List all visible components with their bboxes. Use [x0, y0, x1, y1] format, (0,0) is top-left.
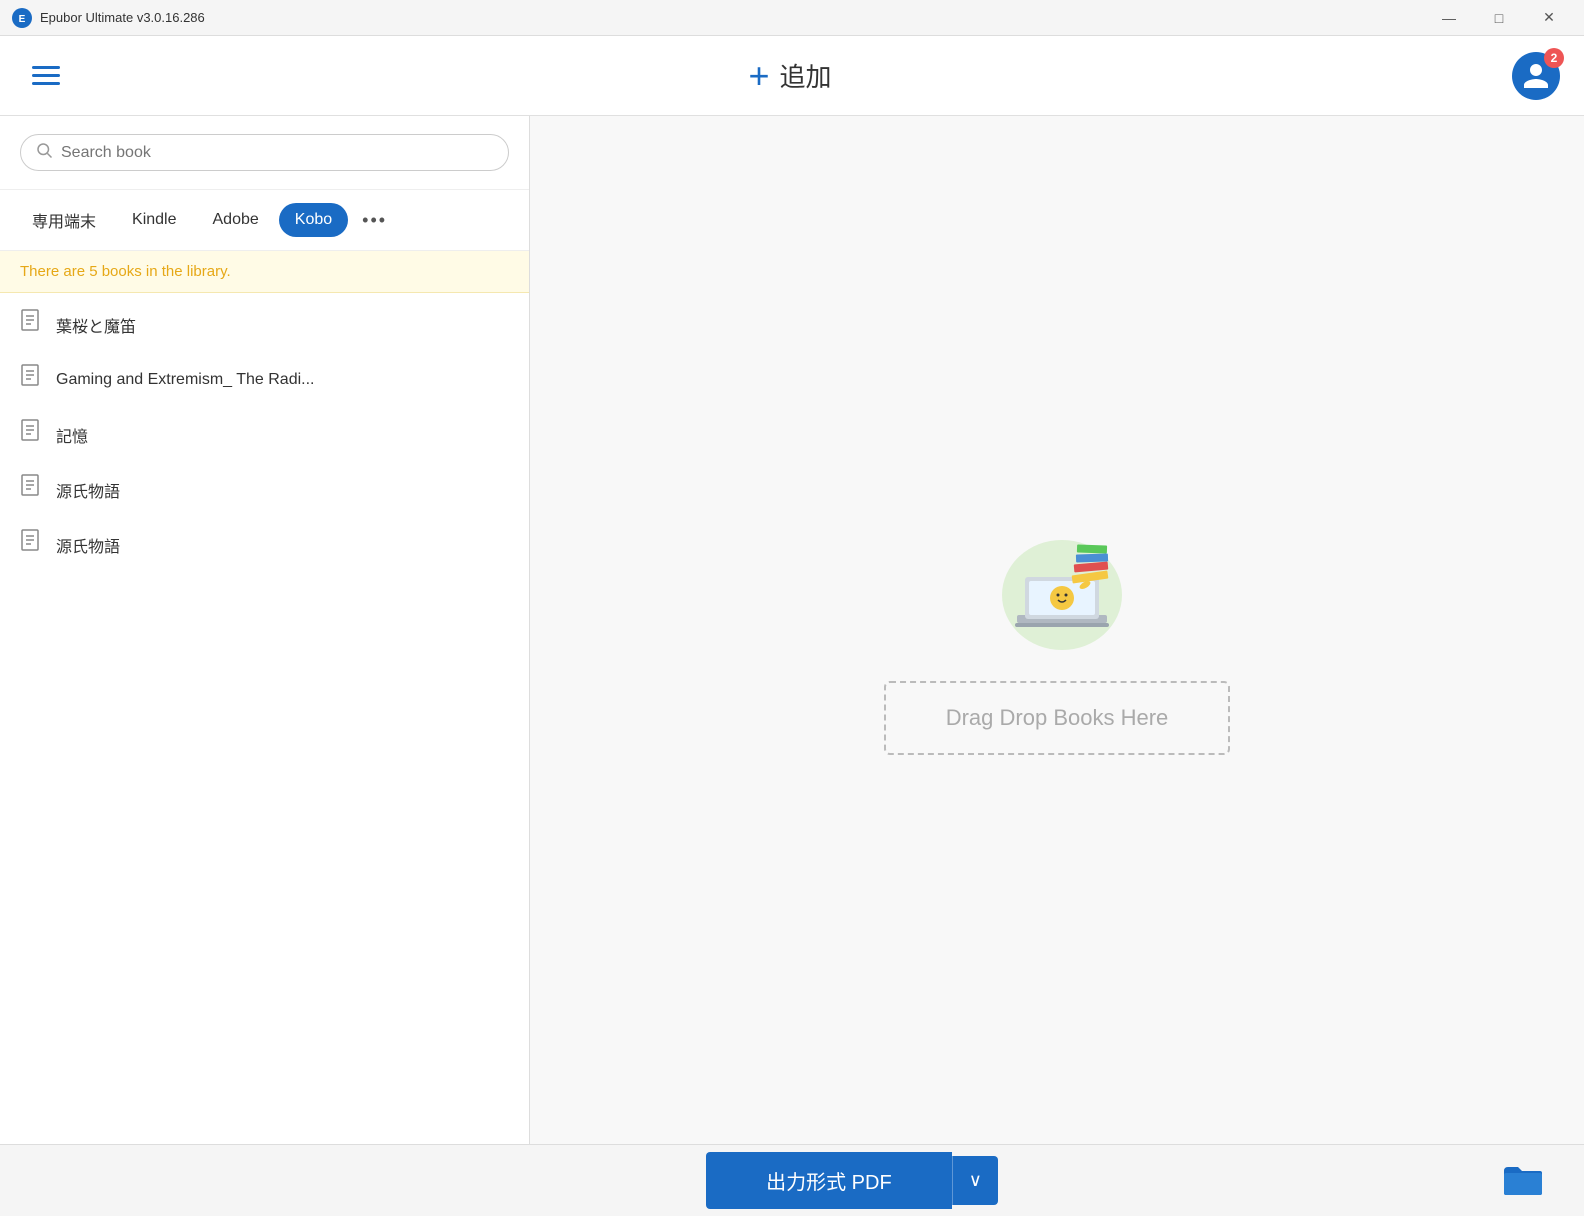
maximize-button[interactable]: □	[1476, 4, 1522, 32]
list-item[interactable]: 記憶	[0, 407, 529, 462]
tab-adobe[interactable]: Adobe	[197, 203, 275, 237]
toolbar: + 追加 2	[0, 36, 1584, 116]
search-box	[20, 134, 509, 171]
title-bar-controls: — □ ✕	[1426, 4, 1572, 32]
book-list: 葉桜と魔笛 Gaming and Extremism_ The Radi...	[0, 293, 529, 1144]
open-folder-button[interactable]	[1502, 1163, 1544, 1199]
hamburger-menu-button[interactable]	[24, 58, 68, 93]
library-notice: There are 5 books in the library.	[0, 251, 529, 293]
hamburger-line-1	[32, 66, 60, 69]
tab-dedicated[interactable]: 専用端末	[16, 200, 112, 240]
book-file-icon	[20, 364, 42, 395]
book-title: 葉桜と魔笛	[56, 313, 136, 337]
close-button[interactable]: ✕	[1526, 4, 1572, 32]
laptop-books-illustration	[957, 505, 1157, 665]
more-tabs-button[interactable]: •••	[352, 204, 397, 237]
drop-illustration: Drag Drop Books Here	[884, 505, 1231, 755]
folder-icon	[1502, 1163, 1544, 1199]
search-input[interactable]	[61, 144, 494, 162]
title-bar-left: E Epubor Ultimate v3.0.16.286	[12, 8, 205, 28]
output-dropdown-button[interactable]: ∨	[952, 1156, 998, 1205]
book-file-icon	[20, 529, 42, 560]
output-format-button[interactable]: 出力形式 PDF	[706, 1152, 952, 1209]
toolbar-center: + 追加	[748, 55, 831, 97]
app-icon: E	[12, 8, 32, 28]
list-item[interactable]: 源氏物語	[0, 517, 529, 572]
toolbar-left	[24, 58, 68, 93]
book-file-icon	[20, 419, 42, 450]
tab-kobo[interactable]: Kobo	[279, 203, 348, 237]
book-title: 源氏物語	[56, 478, 120, 502]
notification-badge: 2	[1544, 48, 1564, 68]
svg-text:E: E	[19, 14, 26, 25]
add-label: 追加	[780, 57, 832, 94]
right-panel: Drag Drop Books Here	[530, 116, 1584, 1144]
drag-drop-area[interactable]: Drag Drop Books Here	[884, 681, 1231, 755]
app-title: Epubor Ultimate v3.0.16.286	[40, 10, 205, 25]
add-icon: +	[748, 55, 769, 97]
toolbar-right: 2	[1512, 52, 1560, 100]
book-title: 記憶	[56, 423, 88, 447]
left-panel: 専用端末 Kindle Adobe Kobo ••• There are 5 b…	[0, 116, 530, 1144]
add-button[interactable]: + 追加	[748, 55, 831, 97]
book-title: Gaming and Extremism_ The Radi...	[56, 371, 314, 389]
book-file-icon	[20, 309, 42, 340]
hamburger-line-3	[32, 82, 60, 85]
hamburger-line-2	[32, 74, 60, 77]
book-file-icon	[20, 474, 42, 505]
title-bar: E Epubor Ultimate v3.0.16.286 — □ ✕	[0, 0, 1584, 36]
list-item[interactable]: 源氏物語	[0, 462, 529, 517]
output-button-group: 出力形式 PDF ∨	[706, 1152, 998, 1209]
tabs-row: 専用端末 Kindle Adobe Kobo •••	[0, 190, 529, 251]
content-area: 専用端末 Kindle Adobe Kobo ••• There are 5 b…	[0, 116, 1584, 1144]
tab-kindle[interactable]: Kindle	[116, 203, 192, 237]
list-item[interactable]: 葉桜と魔笛	[0, 297, 529, 352]
book-title: 源氏物語	[56, 533, 120, 557]
list-item[interactable]: Gaming and Extremism_ The Radi...	[0, 352, 529, 407]
search-container	[0, 116, 529, 190]
bottom-bar: 出力形式 PDF ∨	[0, 1144, 1584, 1216]
search-icon	[35, 141, 53, 164]
minimize-button[interactable]: —	[1426, 4, 1472, 32]
